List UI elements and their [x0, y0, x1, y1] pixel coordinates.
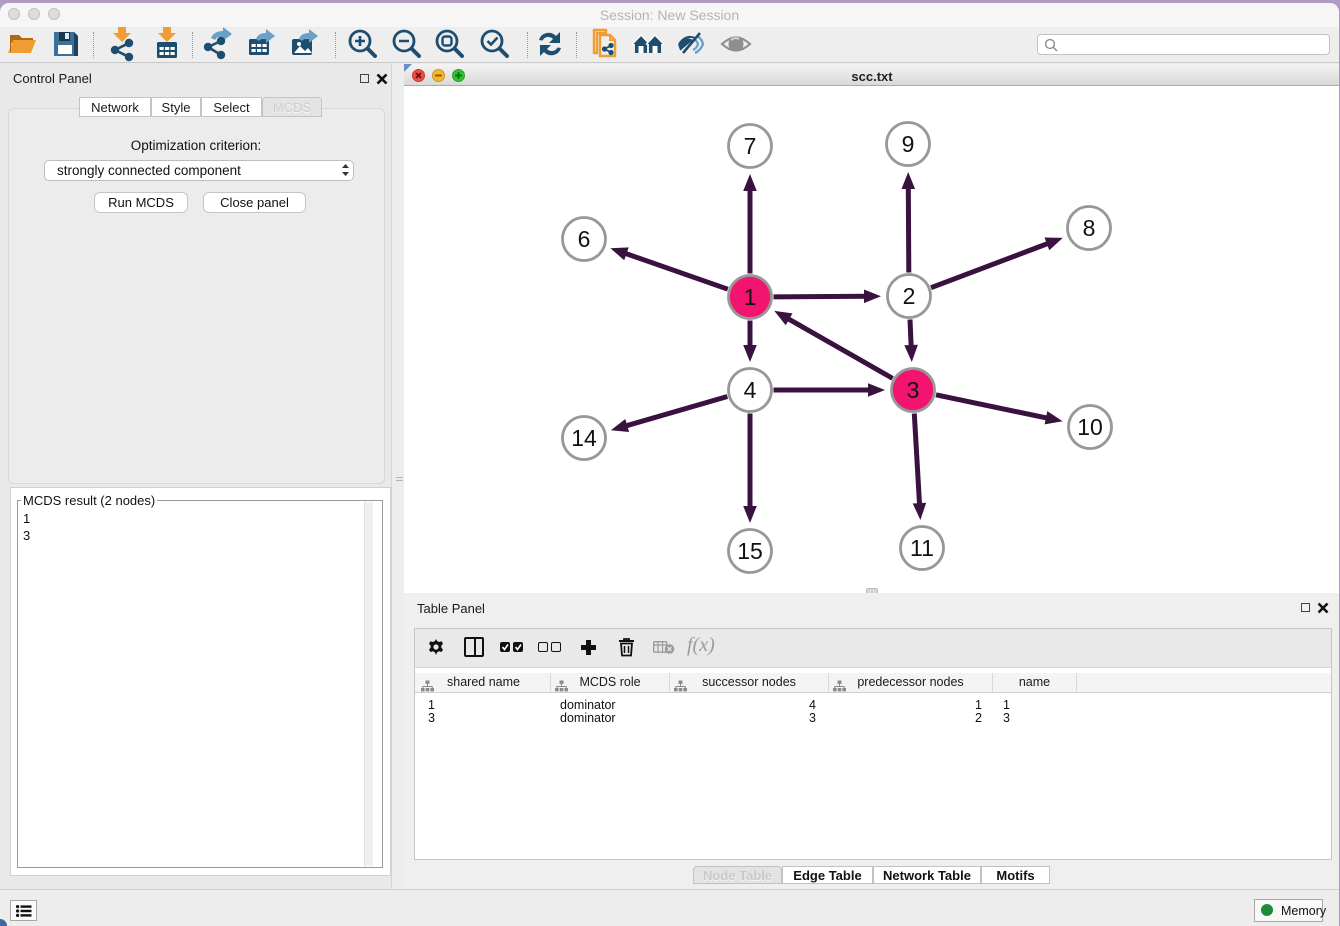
svg-text:3: 3	[907, 377, 920, 403]
svg-text:9: 9	[902, 131, 915, 157]
svg-text:1: 1	[744, 284, 757, 310]
svg-text:14: 14	[571, 425, 597, 451]
svg-text:6: 6	[578, 226, 591, 252]
svg-text:8: 8	[1083, 215, 1096, 241]
svg-text:10: 10	[1077, 414, 1103, 440]
svg-text:11: 11	[910, 535, 934, 561]
svg-text:15: 15	[737, 538, 763, 564]
svg-text:4: 4	[744, 377, 757, 403]
svg-text:2: 2	[903, 283, 916, 309]
svg-text:7: 7	[744, 133, 757, 159]
